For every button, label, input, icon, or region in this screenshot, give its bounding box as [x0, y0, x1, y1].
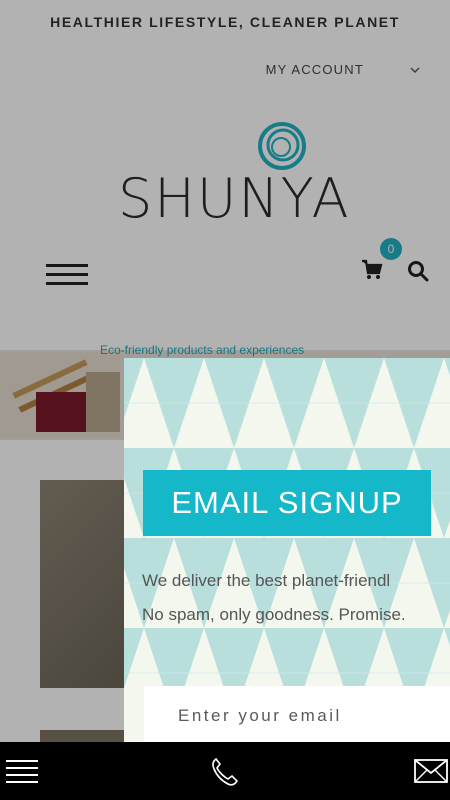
- popup-background-pattern: [124, 358, 450, 742]
- email-signup-title: EMAIL SIGNUP: [171, 485, 403, 520]
- email-input[interactable]: [144, 686, 450, 742]
- email-signup-title-box: EMAIL SIGNUP: [143, 470, 431, 536]
- menu-icon[interactable]: [6, 758, 38, 786]
- phone-icon[interactable]: [208, 756, 240, 788]
- page: HEALTHIER LIFESTYLE, CLEANER PLANET MY A…: [0, 0, 450, 800]
- popup-description: We deliver the best planet-friendl No sp…: [142, 564, 450, 632]
- email-signup-popup: EMAIL SIGNUP We deliver the best planet-…: [124, 358, 450, 742]
- popup-description-line: No spam, only goodness. Promise.: [142, 605, 406, 624]
- envelope-icon[interactable]: [414, 758, 448, 784]
- popup-description-line: We deliver the best planet-friendl: [142, 571, 391, 590]
- bottom-action-bar: [0, 742, 450, 800]
